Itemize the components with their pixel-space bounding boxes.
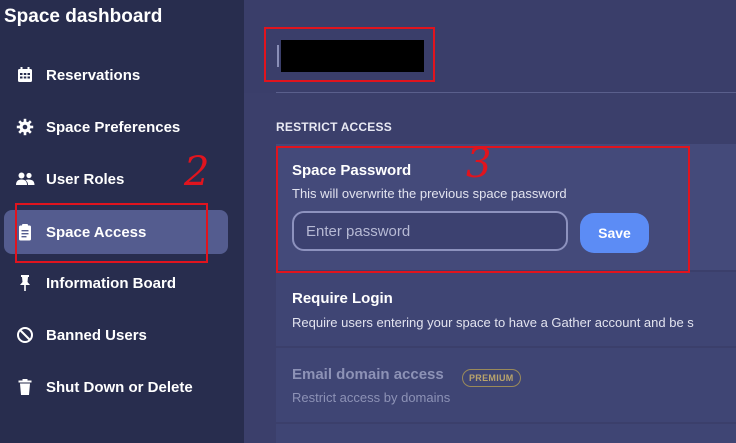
sidebar-item-label: Reservations	[46, 66, 141, 84]
ban-icon	[4, 313, 46, 357]
annotation-box-space-name	[264, 27, 435, 82]
calendar-icon	[4, 53, 46, 97]
sidebar-title: Space dashboard	[4, 6, 163, 27]
sidebar-item-label: Banned Users	[46, 326, 147, 344]
next-card	[276, 424, 736, 443]
sidebar-item-banned-users[interactable]: Banned Users	[4, 313, 228, 357]
sidebar-item-label: Shut Down or Delete	[46, 378, 193, 396]
email-domain-card: Email domain access PREMIUM Restrict acc…	[276, 348, 736, 422]
section-heading: RESTRICT ACCESS	[276, 120, 392, 134]
divider	[276, 92, 736, 93]
annotation-box-space-access	[15, 203, 208, 263]
gear-icon	[4, 105, 46, 149]
sidebar-item-reservations[interactable]: Reservations	[4, 53, 228, 97]
require-login-title: Require Login	[292, 290, 393, 307]
premium-badge: PREMIUM	[462, 369, 521, 387]
users-icon	[4, 157, 46, 201]
sidebar-item-space-preferences[interactable]: Space Preferences	[4, 105, 228, 149]
require-login-description: Require users entering your space to hav…	[292, 315, 694, 330]
sidebar-item-information-board[interactable]: Information Board	[4, 261, 228, 305]
sidebar-item-label: User Roles	[46, 170, 125, 188]
require-login-card[interactable]: Require Login Require users entering you…	[276, 272, 736, 346]
annotation-number: 3	[466, 141, 492, 187]
sidebar-item-label: Space Preferences	[46, 118, 181, 136]
email-domain-description: Restrict access by domains	[292, 390, 451, 405]
annotation-number: 2	[184, 149, 210, 195]
trash-icon	[4, 365, 46, 409]
email-domain-title: Email domain access	[292, 366, 444, 383]
sidebar-item-label: Information Board	[46, 274, 176, 292]
pin-icon	[4, 261, 46, 305]
sidebar-item-shut-down-or-delete[interactable]: Shut Down or Delete	[4, 365, 228, 409]
